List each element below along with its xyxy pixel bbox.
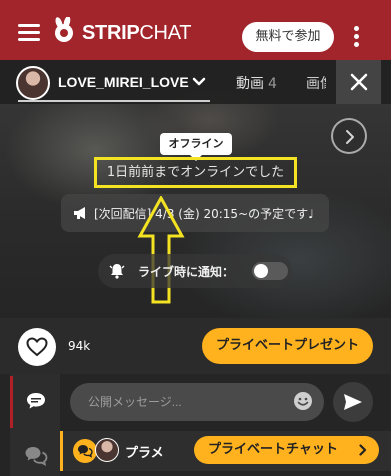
heart-icon	[26, 337, 48, 357]
emoji-icon[interactable]	[293, 391, 313, 411]
brand-logo[interactable]: STRIPCHAT	[82, 22, 191, 45]
chat-bubbles-icon	[78, 445, 93, 458]
top-header: STRIPCHAT 無料で参加	[0, 0, 391, 60]
chevron-down-icon[interactable]	[192, 77, 206, 87]
stream-topbar: LOVE_MIREI_LOVE 動画4 画像	[0, 60, 391, 104]
private-chat-badge	[73, 439, 97, 463]
model-selector[interactable]: LOVE_MIREI_LOVE	[16, 65, 212, 102]
private-gift-button[interactable]: プライベートプレゼント	[202, 328, 373, 364]
toggle-knob	[254, 264, 268, 278]
private-chats-icon[interactable]	[24, 446, 48, 466]
stream-player: LOVE_MIREI_LOVE 動画4 画像 オフライン 1日前前までオンライン…	[0, 60, 391, 318]
private-chat-button[interactable]: プライベートチャット	[194, 436, 379, 464]
notify-toggle[interactable]	[252, 262, 288, 280]
model-avatar[interactable]	[16, 66, 50, 100]
offline-badge: オフライン	[160, 133, 232, 161]
chat-panel: プラメ プライベートチャット	[0, 374, 391, 476]
tab-videos[interactable]: 動画 4	[236, 73, 277, 93]
megaphone-icon	[74, 207, 85, 219]
chevron-right-icon	[346, 130, 354, 144]
public-message-input[interactable]	[70, 383, 324, 421]
last-online-text: 1日前前までオンラインでした	[106, 165, 285, 180]
bell-icon	[109, 264, 125, 279]
menu-icon[interactable]	[18, 24, 40, 42]
favorite-button[interactable]	[18, 328, 56, 366]
arrow-annotation-icon	[137, 196, 185, 304]
model-name[interactable]: LOVE_MIREI_LOVE	[58, 74, 189, 90]
action-bar: 94k プライベートプレゼント	[0, 318, 391, 374]
schedule-notice: [次回配信] 4/3 (金) 20:15~の予定です♩	[61, 194, 329, 232]
more-options-icon[interactable]	[354, 26, 360, 47]
ticker-avatar	[95, 438, 119, 462]
tab-photos[interactable]: 画像	[306, 73, 326, 93]
chevron-right-icon	[359, 444, 367, 456]
private-chat-label: プライベートチャット	[208, 442, 338, 457]
private-show-ticker: プラメ プライベートチャット	[60, 431, 391, 471]
logo-icon[interactable]	[50, 17, 78, 45]
schedule-text: [次回配信] 4/3 (金) 20:15~の予定です♩	[94, 207, 314, 221]
chat-bubble-icon[interactable]	[26, 392, 46, 410]
send-icon	[344, 394, 362, 410]
close-button[interactable]	[336, 60, 381, 104]
notify-label: ライブ時に通知：	[138, 265, 235, 279]
favorites-count: 94k	[68, 339, 91, 353]
next-model-button[interactable]	[331, 118, 367, 154]
send-button[interactable]	[333, 382, 373, 422]
join-free-button[interactable]: 無料で参加	[242, 22, 334, 52]
live-notify-row: ライブ時に通知：	[98, 254, 292, 288]
highlight-box: 1日前前までオンラインでした	[94, 157, 297, 188]
close-icon	[350, 73, 368, 91]
ticker-name: プラメ	[125, 446, 164, 461]
active-tab-indicator	[10, 376, 13, 428]
